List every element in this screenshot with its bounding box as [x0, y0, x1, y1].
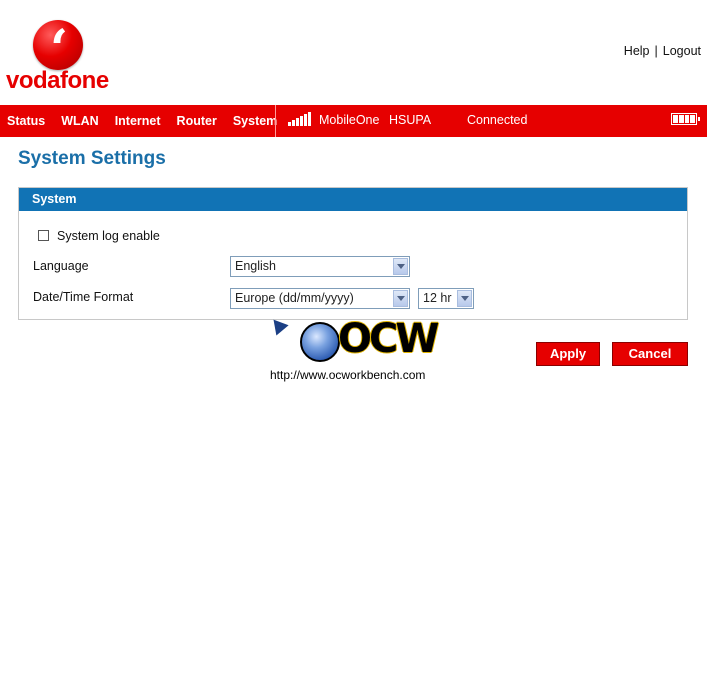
- nav-item-system[interactable]: System: [225, 105, 285, 137]
- top-links: Help | Logout: [624, 44, 701, 58]
- nav-item-router[interactable]: Router: [169, 105, 225, 137]
- time-format-select[interactable]: 12 hr: [418, 288, 474, 309]
- battery-icon: [671, 113, 700, 125]
- brand-name: vodafone: [6, 67, 109, 94]
- panel-header: System: [19, 188, 687, 211]
- chevron-down-icon: [457, 290, 472, 307]
- nav-item-wlan[interactable]: WLAN: [53, 105, 107, 137]
- carrier-name: MobileOne: [319, 113, 380, 127]
- logout-link[interactable]: Logout: [663, 44, 701, 58]
- globe-icon: [300, 322, 340, 362]
- system-log-label: System log enable: [57, 229, 160, 243]
- datetime-format-label: Date/Time Format: [33, 290, 134, 304]
- antenna-icon: [267, 314, 289, 336]
- vodafone-logo: ‘ vodafone: [6, 19, 109, 94]
- page-title: System Settings: [18, 148, 166, 169]
- watermark-logo-text: OCW: [338, 316, 439, 362]
- top-links-separator: |: [654, 44, 658, 58]
- watermark-url: http://www.ocworkbench.com: [270, 368, 426, 382]
- nav-item-internet[interactable]: Internet: [107, 105, 169, 137]
- date-format-select[interactable]: Europe (dd/mm/yyyy): [230, 288, 410, 309]
- language-label: Language: [33, 259, 89, 273]
- help-link[interactable]: Help: [624, 44, 650, 58]
- apply-button[interactable]: Apply: [536, 342, 600, 366]
- language-select[interactable]: English: [230, 256, 410, 277]
- signal-bars-icon: [288, 112, 311, 126]
- cancel-button[interactable]: Cancel: [612, 342, 688, 366]
- system-panel: System System log enable Language Englis…: [18, 187, 688, 320]
- date-format-select-value: Europe (dd/mm/yyyy): [235, 291, 354, 305]
- network-type: HSUPA: [389, 113, 432, 127]
- chevron-down-icon: [393, 290, 408, 307]
- language-select-value: English: [235, 259, 276, 273]
- nav-divider: [275, 105, 276, 137]
- nav-item-status[interactable]: Status: [0, 105, 53, 137]
- chevron-down-icon: [393, 258, 408, 275]
- connection-status: Connected: [467, 113, 528, 127]
- ocw-watermark: OCW http://www.ocworkbench.com: [267, 314, 440, 384]
- system-log-checkbox[interactable]: [38, 230, 49, 241]
- time-format-select-value: 12 hr: [423, 291, 452, 305]
